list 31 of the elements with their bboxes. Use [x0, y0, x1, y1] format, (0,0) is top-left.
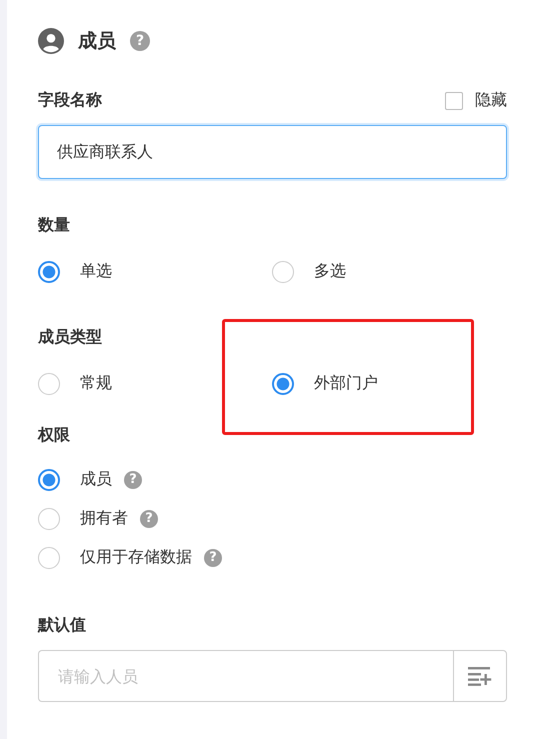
- input-field[interactable]: 供应商联系人: [38, 125, 507, 179]
- field-label: 数量: [38, 215, 71, 236]
- radio-button[interactable]: [38, 508, 60, 530]
- help-icon[interactable]: ?: [124, 470, 142, 488]
- radio-button[interactable]: [38, 468, 60, 490]
- help-icon[interactable]: ?: [204, 548, 222, 566]
- radio-label: 单选: [80, 261, 112, 282]
- field-label: 成员类型: [38, 327, 103, 348]
- radio-label: 仅用于存储数据: [80, 547, 192, 568]
- field-label: 字段名称: [38, 90, 102, 111]
- radio-button[interactable]: [38, 372, 60, 394]
- user-icon: [38, 28, 64, 54]
- field-label: 权限: [38, 425, 71, 446]
- radio-button[interactable]: [38, 546, 60, 568]
- help-icon[interactable]: ?: [130, 31, 150, 51]
- checkbox-label: 隐藏: [475, 90, 507, 111]
- radio-label: 拥有者: [80, 508, 128, 529]
- radio-button[interactable]: [38, 260, 60, 282]
- radio-label: 常规: [80, 373, 112, 394]
- checkbox[interactable]: [445, 92, 463, 110]
- radio-button[interactable]: [272, 372, 294, 394]
- input-field[interactable]: 请输入人员: [38, 650, 453, 702]
- help-icon[interactable]: ?: [140, 510, 158, 528]
- add-list-button[interactable]: [453, 650, 507, 702]
- field-label: 默认值: [38, 615, 87, 636]
- radio-label: 多选: [314, 261, 346, 282]
- radio-label: 外部门户: [314, 373, 378, 394]
- add-list-icon: [468, 666, 492, 686]
- section-title: 成员: [78, 29, 116, 54]
- radio-label: 成员: [80, 469, 112, 490]
- radio-button[interactable]: [272, 260, 294, 282]
